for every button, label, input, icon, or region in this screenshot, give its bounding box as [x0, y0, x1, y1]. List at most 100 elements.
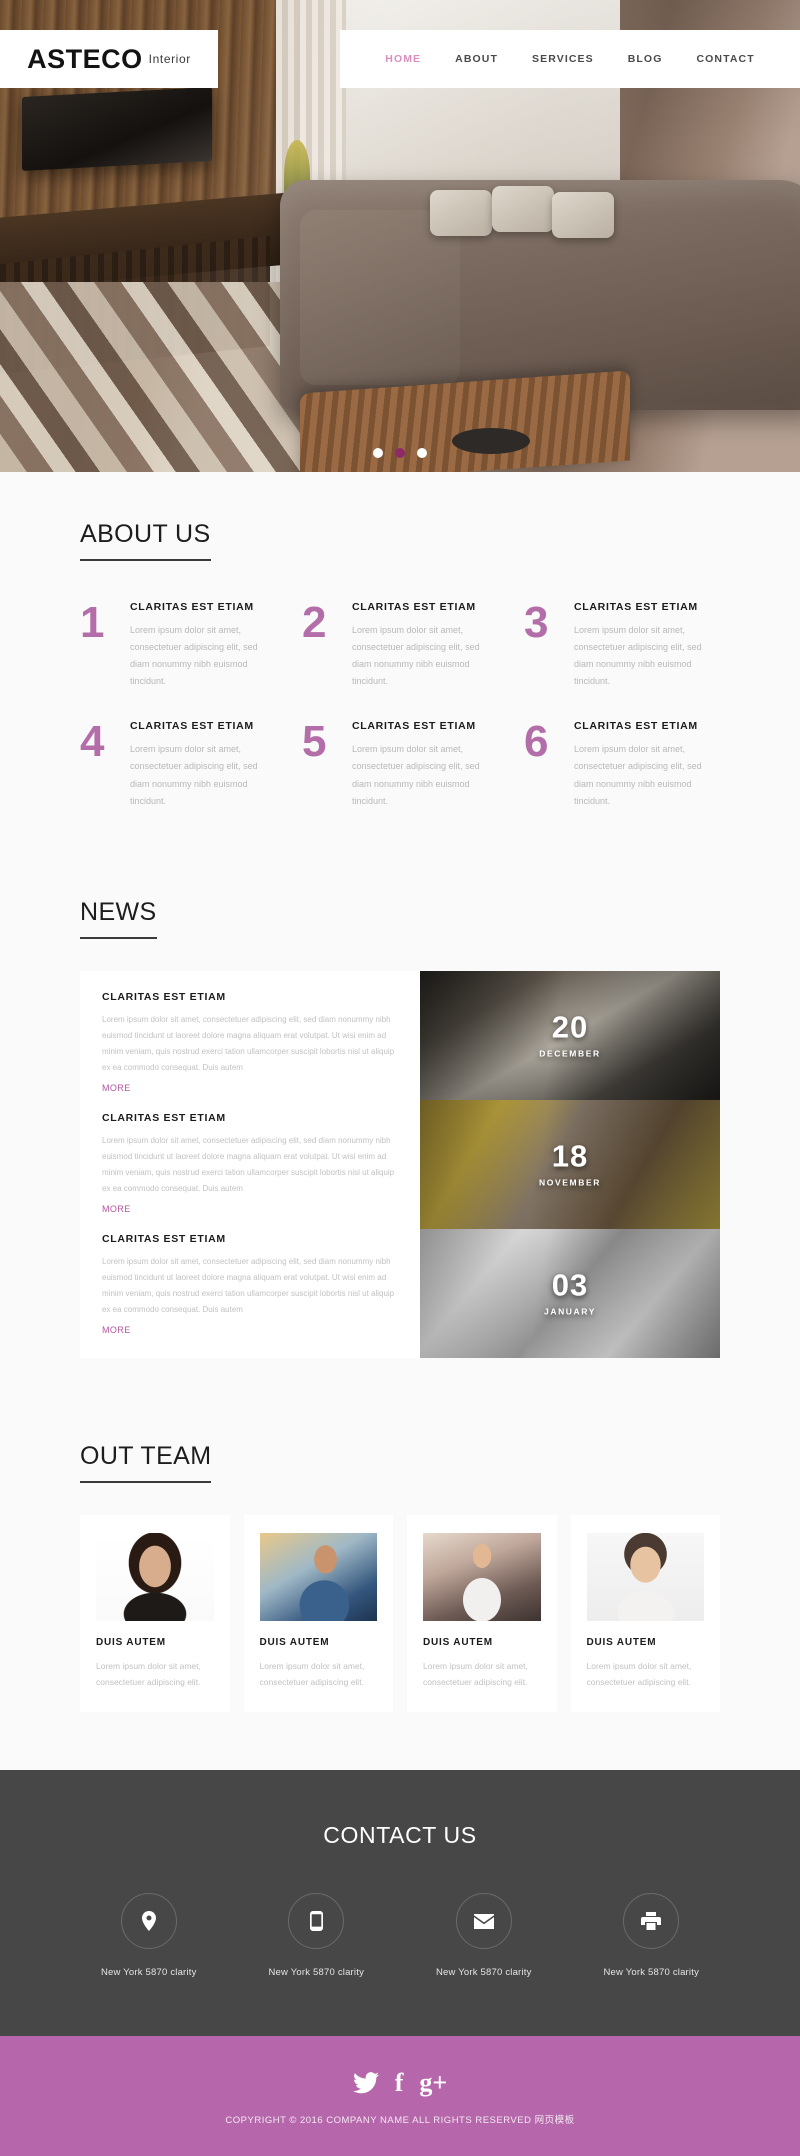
- news-title: NEWS: [80, 898, 157, 939]
- main-navigation: HOME ABOUT SERVICES BLOG CONTACT: [340, 30, 800, 88]
- feature-number: 6: [524, 717, 549, 767]
- feature-heading: CLARITAS EST ETIAM: [130, 720, 254, 733]
- feature-number: 3: [524, 598, 549, 647]
- team-card: DUIS AUTEM Lorem ipsum dolor sit amet, c…: [407, 1514, 557, 1713]
- nav-item-contact[interactable]: CONTACT: [696, 53, 754, 65]
- nav-item-services[interactable]: SERVICES: [532, 53, 594, 65]
- contact-label: New York 5870 clarity: [100, 1967, 197, 1979]
- feature-text: Lorem ipsum dolor sit amet, consectetuer…: [352, 625, 480, 687]
- team-member-photo: [96, 1532, 214, 1621]
- envelope-icon[interactable]: [455, 1893, 512, 1950]
- team-member-text: Lorem ipsum dolor sit amet, consectetuer…: [423, 1660, 528, 1687]
- logo-main-text: ASTECO: [27, 43, 143, 74]
- news-date-month: JANUARY: [544, 1306, 596, 1317]
- team-member-text: Lorem ipsum dolor sit amet, consectetuer…: [259, 1660, 365, 1687]
- feature-item: 6 CLARITAS EST ETIAM Lorem ipsum dolor s…: [524, 720, 720, 809]
- mobile-phone-icon[interactable]: [288, 1893, 345, 1950]
- news-date-badge: 18 NOVEMBER: [539, 1141, 601, 1188]
- facebook-icon[interactable]: f: [395, 2070, 404, 2096]
- contact-section: CONTACT US New York 5870 clarity New Yor…: [0, 1770, 800, 2037]
- about-section: ABOUT US 1 CLARITAS EST ETIAM Lorem ipsu…: [0, 472, 800, 864]
- site-header: ASTECO Interior HOME ABOUT SERVICES BLOG…: [0, 30, 800, 88]
- feature-text: Lorem ipsum dolor sit amet, consectetuer…: [130, 625, 258, 687]
- copyright-text: COPYRIGHT © 2016 COMPANY NAME ALL RIGHTS…: [225, 2115, 575, 2127]
- news-more-link[interactable]: MORE: [102, 1325, 131, 1335]
- feature-text: Lorem ipsum dolor sit amet, consectetuer…: [574, 744, 702, 806]
- nav-item-home[interactable]: HOME: [385, 53, 421, 65]
- team-member-name: DUIS AUTEM: [586, 1636, 657, 1648]
- google-plus-icon[interactable]: g+: [419, 2070, 447, 2096]
- team-member-text: Lorem ipsum dolor sit amet, consectetuer…: [586, 1660, 692, 1687]
- map-pin-icon[interactable]: [120, 1893, 177, 1950]
- news-photo[interactable]: 20 DECEMBER: [420, 970, 720, 1100]
- news-photo[interactable]: 18 NOVEMBER: [420, 1099, 720, 1229]
- slider-dot-2[interactable]: [395, 448, 405, 458]
- news-more-link[interactable]: MORE: [102, 1204, 131, 1214]
- slider-dot-1[interactable]: [373, 448, 383, 458]
- team-member-text: Lorem ipsum dolor sit amet, consectetuer…: [96, 1660, 201, 1687]
- news-date-day: 03: [551, 1267, 589, 1303]
- nav-item-blog[interactable]: BLOG: [628, 53, 663, 65]
- feature-text: Lorem ipsum dolor sit amet, consectetuer…: [130, 744, 258, 806]
- about-title: ABOUT US: [80, 520, 211, 561]
- facebook-glyph: f: [394, 2068, 404, 2098]
- logo[interactable]: ASTECO Interior: [0, 30, 218, 88]
- slider-dots: [0, 448, 800, 458]
- contact-grid: New York 5870 clarity New York 5870 clar…: [70, 1893, 730, 1978]
- google-plus-glyph: g+: [419, 2068, 448, 2098]
- logo-sub-text: Interior: [148, 52, 191, 66]
- feature-item: 3 CLARITAS EST ETIAM Lorem ipsum dolor s…: [524, 598, 720, 690]
- news-photo[interactable]: 03 JANUARY: [420, 1228, 720, 1358]
- contact-label: New York 5870 clarity: [268, 1967, 365, 1979]
- news-date-month: DECEMBER: [539, 1048, 601, 1059]
- contact-item: New York 5870 clarity: [405, 1893, 563, 1978]
- team-member-name: DUIS AUTEM: [96, 1636, 166, 1648]
- news-date-day: 18: [551, 1138, 589, 1174]
- news-item-text: Lorem ipsum dolor sit amet, consectetuer…: [102, 1256, 395, 1314]
- twitter-icon[interactable]: [352, 2072, 379, 2094]
- feature-heading: CLARITAS EST ETIAM: [352, 720, 476, 733]
- feature-item: 2 CLARITAS EST ETIAM Lorem ipsum dolor s…: [302, 598, 498, 690]
- team-grid: DUIS AUTEM Lorem ipsum dolor sit amet, c…: [80, 1514, 720, 1713]
- printer-icon[interactable]: [623, 1893, 680, 1950]
- hero-pillow: [552, 192, 614, 238]
- team-card: DUIS AUTEM Lorem ipsum dolor sit amet, c…: [570, 1514, 720, 1713]
- feature-text: Lorem ipsum dolor sit amet, consectetuer…: [574, 625, 702, 687]
- contact-item: New York 5870 clarity: [238, 1893, 396, 1978]
- feature-heading: CLARITAS EST ETIAM: [574, 601, 698, 613]
- slider-dot-3[interactable]: [417, 448, 427, 458]
- contact-title: CONTACT US: [323, 1822, 477, 1849]
- news-item-text: Lorem ipsum dolor sit amet, consectetuer…: [102, 1135, 395, 1193]
- news-more-link[interactable]: MORE: [102, 1083, 131, 1093]
- team-member-photo: [423, 1532, 541, 1621]
- site-footer: f g+ COPYRIGHT © 2016 COMPANY NAME ALL R…: [0, 2036, 800, 2156]
- team-member-photo: [259, 1532, 377, 1621]
- contact-item: New York 5870 clarity: [573, 1893, 731, 1978]
- feature-item: 4 CLARITAS EST ETIAM Lorem ipsum dolor s…: [80, 720, 276, 809]
- team-member-photo: [586, 1532, 704, 1621]
- about-feature-grid: 1 CLARITAS EST ETIAM Lorem ipsum dolor s…: [80, 598, 720, 810]
- nav-item-about[interactable]: ABOUT: [455, 53, 498, 65]
- contact-item: New York 5870 clarity: [70, 1893, 228, 1978]
- news-section: NEWS CLARITAS EST ETIAM Lorem ipsum dolo…: [0, 863, 800, 1408]
- hero-sofa-chaise: [300, 210, 460, 385]
- hero-pillow: [492, 186, 554, 232]
- hero-pillow: [430, 190, 492, 236]
- feature-item: 1 CLARITAS EST ETIAM Lorem ipsum dolor s…: [80, 600, 276, 690]
- contact-label: New York 5870 clarity: [435, 1967, 532, 1979]
- social-links: f g+: [20, 2070, 780, 2096]
- team-card: DUIS AUTEM Lorem ipsum dolor sit amet, c…: [80, 1514, 230, 1713]
- news-item: CLARITAS EST ETIAM Lorem ipsum dolor sit…: [102, 1112, 398, 1217]
- contact-label: New York 5870 clarity: [603, 1967, 700, 1979]
- news-item-heading: CLARITAS EST ETIAM: [102, 1232, 226, 1245]
- news-list: CLARITAS EST ETIAM Lorem ipsum dolor sit…: [80, 970, 420, 1358]
- feature-number: 5: [302, 717, 327, 767]
- news-media-column: 20 DECEMBER 18 NOVEMBER 03 JANUARY: [420, 970, 720, 1358]
- feature-number: 2: [302, 598, 327, 647]
- team-member-name: DUIS AUTEM: [259, 1636, 330, 1648]
- news-item: CLARITAS EST ETIAM Lorem ipsum dolor sit…: [102, 991, 398, 1096]
- team-card: DUIS AUTEM Lorem ipsum dolor sit amet, c…: [243, 1514, 393, 1713]
- news-item-heading: CLARITAS EST ETIAM: [102, 1111, 226, 1124]
- feature-heading: CLARITAS EST ETIAM: [352, 601, 476, 613]
- team-title: OUT TEAM: [80, 1442, 212, 1483]
